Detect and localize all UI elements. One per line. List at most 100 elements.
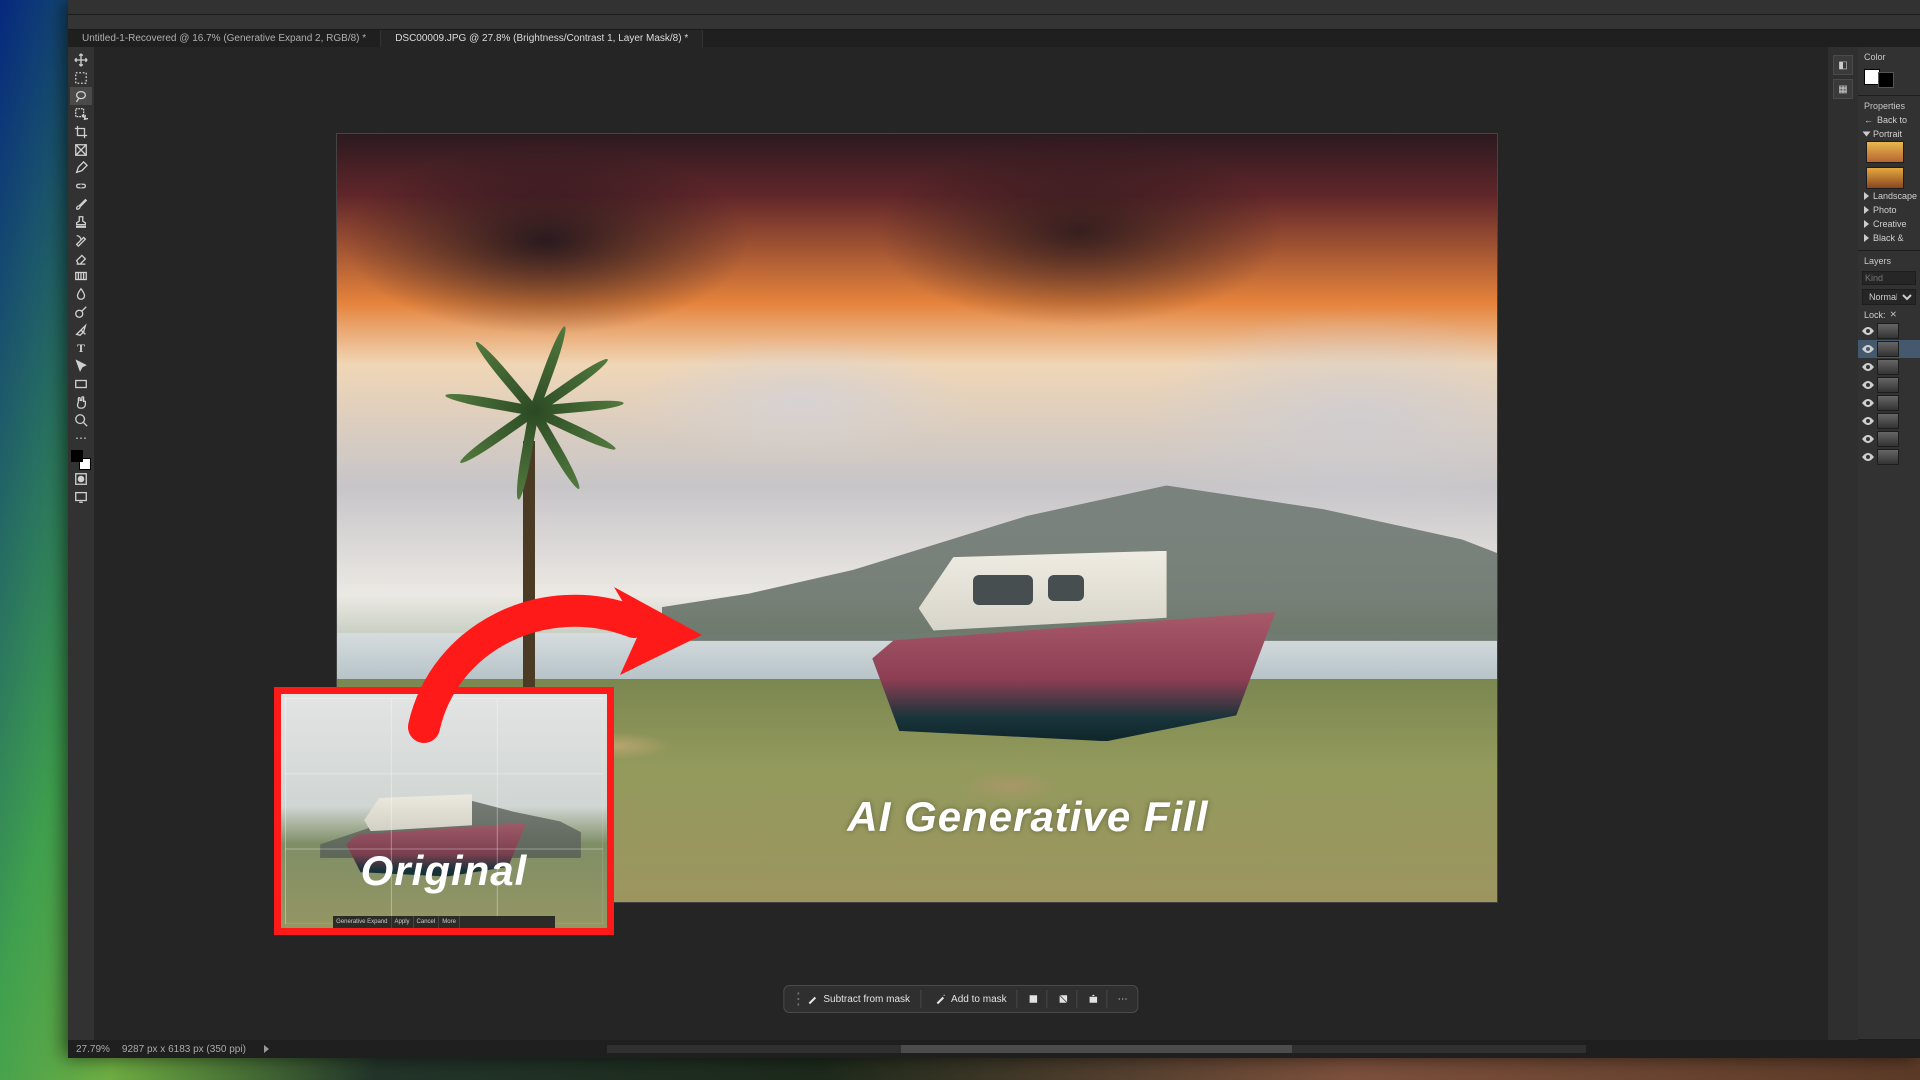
layer-row-5[interactable] (1858, 394, 1920, 412)
visibility-toggle-icon[interactable] (1862, 380, 1874, 390)
layer-row-6[interactable] (1858, 412, 1920, 430)
quick-mask-icon[interactable] (70, 470, 92, 488)
section-landscape[interactable]: Landscape (1858, 189, 1920, 203)
crop-tool-icon[interactable] (70, 123, 92, 141)
section-portrait[interactable]: Portrait (1858, 127, 1920, 141)
color-panel-header[interactable]: Color (1858, 50, 1920, 64)
square-icon (1028, 993, 1040, 1005)
boat-hull (866, 612, 1275, 741)
layer-row-2[interactable] (1858, 340, 1920, 358)
inset-context-bar: Generative Expand Apply Cancel More (333, 916, 555, 928)
chevron-right-icon (1864, 220, 1869, 228)
document-tab-2[interactable]: DSC00009.JPG @ 27.8% (Brightness/Contras… (381, 30, 703, 47)
preset-thumb-2[interactable] (1866, 167, 1904, 189)
menu-bar[interactable] (68, 0, 1920, 15)
back-button[interactable]: ← Back to (1858, 113, 1920, 127)
frame-tool-icon[interactable] (70, 141, 92, 159)
inset-bar-item-4: More (439, 916, 460, 928)
layer-row-7[interactable] (1858, 430, 1920, 448)
layer-row-8[interactable] (1858, 448, 1920, 466)
document-info[interactable]: 9287 px x 6183 px (350 ppi) (122, 1044, 246, 1055)
visibility-toggle-icon[interactable] (1862, 398, 1874, 408)
visibility-toggle-icon[interactable] (1862, 416, 1874, 426)
canvas-area[interactable]: AI Generative Fill Original Generative E… (94, 47, 1828, 1040)
history-brush-tool-icon[interactable] (70, 231, 92, 249)
boat (871, 551, 1271, 741)
contextual-task-bar[interactable]: ⋮ Subtract from mask Add to mask (783, 985, 1138, 1013)
options-bar[interactable] (68, 15, 1920, 30)
lasso-tool-icon[interactable] (70, 87, 92, 105)
document-tab-1[interactable]: Untitled-1-Recovered @ 16.7% (Generative… (68, 30, 381, 47)
chevron-right-icon (1864, 192, 1869, 200)
visibility-toggle-icon[interactable] (1862, 434, 1874, 444)
subtract-icon (806, 993, 818, 1005)
layer-row-3[interactable] (1858, 358, 1920, 376)
mini-panel-2-icon[interactable]: ▦ (1833, 79, 1853, 99)
boat-cabin (919, 551, 1167, 631)
layer-row-1[interactable] (1858, 322, 1920, 340)
screen-mode-icon[interactable] (70, 488, 92, 506)
marquee-tool-icon[interactable] (70, 69, 92, 87)
add-label: Add to mask (951, 994, 1007, 1005)
inset-bar-item-2: Apply (392, 916, 414, 928)
taskbar-action-2-button[interactable] (1051, 990, 1078, 1008)
layer-row-4[interactable] (1858, 376, 1920, 394)
visibility-toggle-icon[interactable] (1862, 344, 1874, 354)
type-tool-icon[interactable]: T (70, 339, 92, 357)
section-creative[interactable]: Creative (1858, 217, 1920, 231)
section-photo[interactable]: Photo (1858, 203, 1920, 217)
section-landscape-label: Landscape (1873, 191, 1917, 201)
subtract-from-mask-button[interactable]: Subtract from mask (796, 990, 921, 1008)
brush-tool-icon[interactable] (70, 195, 92, 213)
path-select-tool-icon[interactable] (70, 357, 92, 375)
properties-panel-header[interactable]: Properties (1858, 99, 1920, 113)
taskbar-action-1-button[interactable] (1021, 990, 1048, 1008)
collapsed-panels-strip: ◧ ▦ (1828, 47, 1858, 1040)
horizontal-scrollbar[interactable] (281, 1045, 1912, 1053)
main-canvas-label: AI Generative Fill (847, 793, 1208, 841)
mini-panel-1-icon[interactable]: ◧ (1833, 55, 1853, 75)
move-tool-icon[interactable] (70, 51, 92, 69)
blend-mode-select[interactable]: Normal (1862, 289, 1916, 305)
foreground-swatch[interactable] (71, 450, 83, 462)
add-to-mask-button[interactable]: Add to mask (924, 990, 1018, 1008)
stamp-tool-icon[interactable] (70, 213, 92, 231)
boat-window-1 (973, 575, 1033, 605)
more-tools-icon[interactable]: ⋯ (70, 429, 92, 447)
color-swatch-display[interactable] (1858, 64, 1920, 90)
inset-label: Original (281, 847, 607, 895)
chevron-left-icon: ← (1864, 115, 1873, 125)
status-chevron-icon[interactable] (264, 1045, 269, 1053)
color-swatches[interactable] (71, 450, 91, 470)
taskbar-more-button[interactable]: ⋯ (1111, 991, 1135, 1008)
section-photo-label: Photo (1873, 205, 1897, 215)
section-bw-label: Black & (1873, 233, 1904, 243)
section-bw[interactable]: Black & (1858, 231, 1920, 245)
lock-row[interactable]: Lock: ⨯ (1858, 307, 1920, 322)
hand-tool-icon[interactable] (70, 393, 92, 411)
dodge-tool-icon[interactable] (70, 303, 92, 321)
layer-thumb (1877, 395, 1899, 411)
color-panel: Color (1858, 47, 1920, 96)
visibility-toggle-icon[interactable] (1862, 362, 1874, 372)
zoom-tool-icon[interactable] (70, 411, 92, 429)
pen-tool-icon[interactable] (70, 321, 92, 339)
eraser-tool-icon[interactable] (70, 249, 92, 267)
object-select-tool-icon[interactable] (70, 105, 92, 123)
rectangle-tool-icon[interactable] (70, 375, 92, 393)
visibility-toggle-icon[interactable] (1862, 326, 1874, 336)
layers-panel-header[interactable]: Layers (1858, 254, 1920, 268)
eyedropper-tool-icon[interactable] (70, 159, 92, 177)
taskbar-action-3-button[interactable] (1081, 990, 1108, 1008)
zoom-level[interactable]: 27.79% (76, 1044, 110, 1055)
visibility-toggle-icon[interactable] (1862, 452, 1874, 462)
gradient-tool-icon[interactable] (70, 267, 92, 285)
taskbar-drag-handle-icon[interactable]: ⋮ (787, 989, 793, 1009)
document-tabs-bar: Untitled-1-Recovered @ 16.7% (Generative… (68, 30, 1920, 47)
preset-thumb-1[interactable] (1866, 141, 1904, 163)
section-creative-label: Creative (1873, 219, 1907, 229)
layers-filter-input[interactable] (1862, 271, 1916, 285)
lock-icon: ⨯ (1890, 309, 1898, 320)
heal-tool-icon[interactable] (70, 177, 92, 195)
blur-tool-icon[interactable] (70, 285, 92, 303)
